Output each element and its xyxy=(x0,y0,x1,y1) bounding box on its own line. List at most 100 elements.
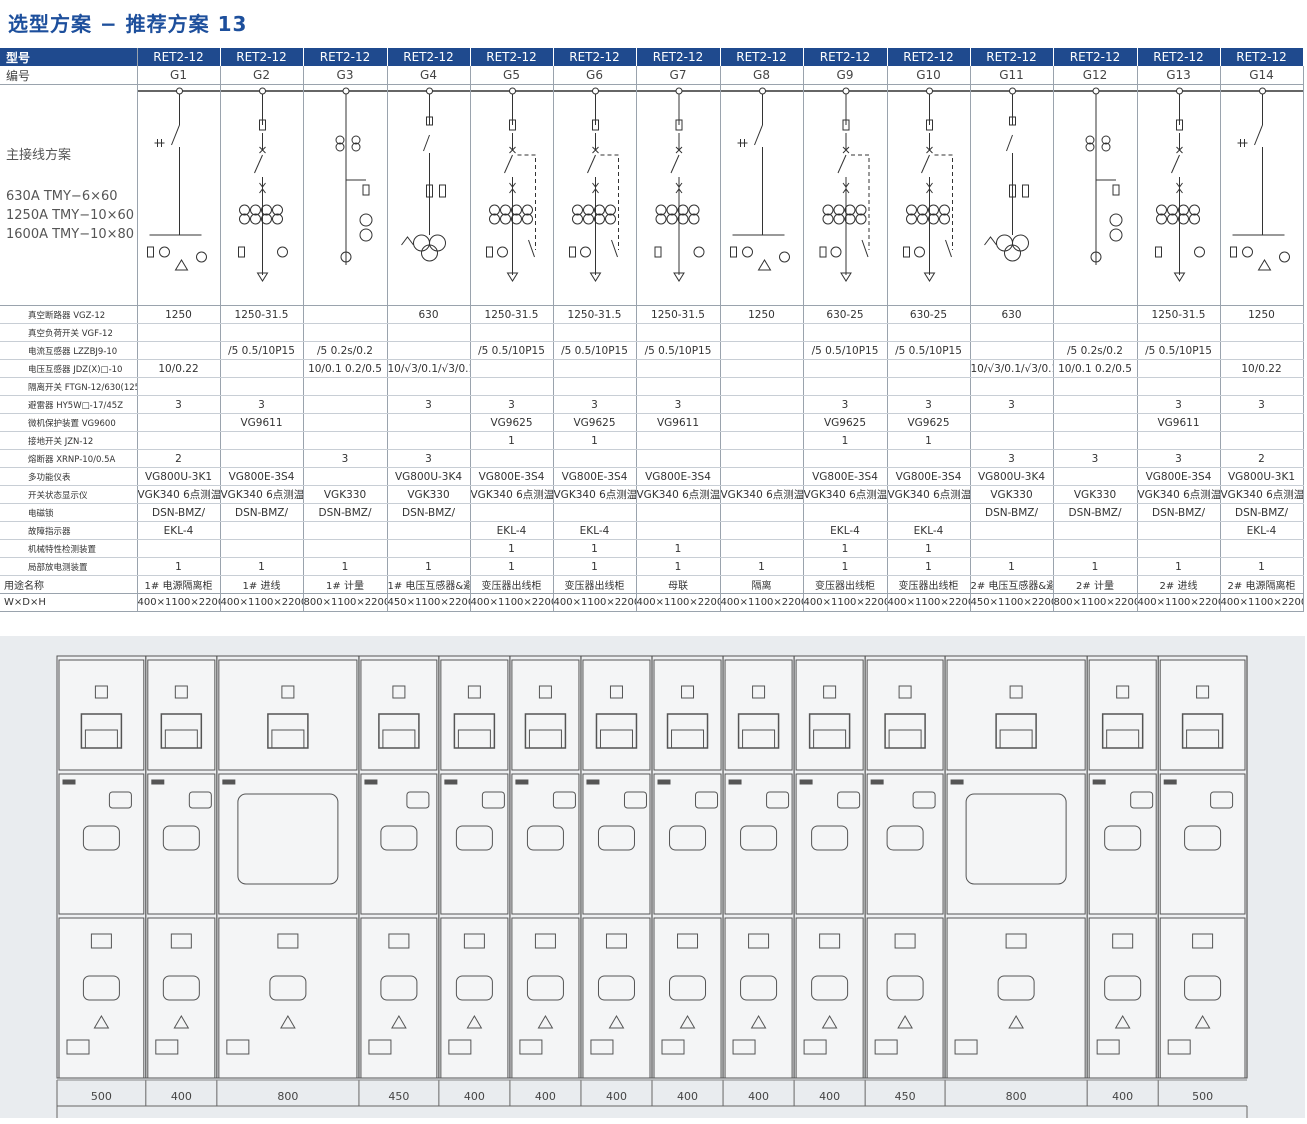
equipment-value: /5 0.5/10P15 xyxy=(220,341,304,360)
equipment-value xyxy=(970,341,1054,360)
equipment-value: 3 xyxy=(970,395,1054,414)
equipment-name: 真空负荷开关 VGF-12 xyxy=(0,323,138,342)
equipment-value: 3 xyxy=(387,449,471,468)
usage-row: 用途名称1# 电源隔离柜1# 进线1# 计量1# 电压互感器&避雷器变压器出线柜… xyxy=(0,575,1304,594)
equipment-value: 1 xyxy=(887,539,971,558)
usage-value: 1# 电源隔离柜 xyxy=(137,575,221,594)
front-elevation-panel: 500 400 800 450 400 400 400 400 400 400 450 800 400 5… xyxy=(0,636,1305,1118)
single-line-diagram xyxy=(720,87,802,271)
equipment-value xyxy=(553,323,637,342)
single-line-diagram xyxy=(553,87,635,282)
equipment-value xyxy=(636,431,721,450)
equipment-value xyxy=(470,377,554,396)
equipment-name: 微机保护装置 VG9600 xyxy=(0,413,138,432)
equipment-value: 1 xyxy=(720,557,804,576)
scheme-diagram xyxy=(887,84,971,306)
equipment-value xyxy=(887,449,971,468)
usage-label: 用途名称 xyxy=(0,575,138,594)
equipment-value xyxy=(636,359,721,378)
equipment-value xyxy=(1053,413,1138,432)
cabinet-width-label: 400 xyxy=(171,1090,192,1103)
equipment-value: 3 xyxy=(220,395,304,414)
equipment-value: VG800E-3S4 xyxy=(803,467,888,486)
equipment-value: VG800U-3K4 xyxy=(970,467,1054,486)
equipment-value: DSN-BMZ/ xyxy=(303,503,388,522)
equipment-value: VGK340 6点测温 xyxy=(887,485,971,504)
equipment-value: 3 xyxy=(970,449,1054,468)
equipment-name: 局部放电测装置 xyxy=(0,557,138,576)
equipment-value xyxy=(1053,323,1138,342)
equipment-value: VG9625 xyxy=(470,413,554,432)
usage-value: 1# 进线 xyxy=(220,575,304,594)
equipment-value xyxy=(470,323,554,342)
equipment-value xyxy=(1053,539,1138,558)
busbar-spec: 630A TMY−6×60 xyxy=(6,189,118,204)
dims-value: 450×1100×2200 xyxy=(387,593,471,612)
equipment-value xyxy=(220,377,304,396)
equipment-value: VGK340 6点测温 xyxy=(636,485,721,504)
equipment-value xyxy=(720,395,804,414)
usage-value: 变压器出线柜 xyxy=(470,575,554,594)
equipment-value: /5 0.5/10P15 xyxy=(803,341,888,360)
usage-value: 1# 计量 xyxy=(303,575,388,594)
equipment-row: 故障指示器 EKL-4 EKL-4 EKL-4 EKL-4 EKL-4 EKL-4 xyxy=(0,521,1304,540)
model-cell: RET2-12 xyxy=(1220,48,1304,66)
equipment-value xyxy=(803,503,888,522)
equipment-value xyxy=(303,305,388,324)
model-cell: RET2-12 xyxy=(470,48,554,66)
equipment-value: 3 xyxy=(1137,395,1221,414)
equipment-value xyxy=(553,377,637,396)
equipment-value: 1 xyxy=(553,539,637,558)
page-title: 选型方案 − 推荐方案 13 xyxy=(8,12,248,36)
dims-value: 400×1100×2200 xyxy=(720,593,804,612)
equipment-value: 1 xyxy=(470,539,554,558)
model-cell: RET2-12 xyxy=(720,48,804,66)
equipment-value xyxy=(1137,431,1221,450)
dims-value: 400×1100×2200 xyxy=(220,593,304,612)
scheme-diagram xyxy=(1137,84,1221,306)
equipment-value: 3 xyxy=(887,395,971,414)
equipment-value xyxy=(1220,539,1304,558)
equipment-name: 真空断路器 VGZ-12 xyxy=(0,305,138,324)
dims-value: 450×1100×2200 xyxy=(970,593,1054,612)
equipment-value: VGK330 xyxy=(970,485,1054,504)
equipment-value: 1250-31.5 xyxy=(553,305,637,324)
cabinet-width-label: 450 xyxy=(895,1090,916,1103)
equipment-value xyxy=(636,449,721,468)
cabinet-front xyxy=(58,656,147,1079)
equipment-row: 隔离开关 FTGN-12/630(1250) xyxy=(0,377,1304,396)
equipment-value: /5 0.2s/0.2 xyxy=(303,341,388,360)
equipment-value xyxy=(553,503,637,522)
equipment-value: 3 xyxy=(1220,395,1304,414)
equipment-value: EKL-4 xyxy=(137,521,221,540)
equipment-value: EKL-4 xyxy=(470,521,554,540)
equipment-value: 1 xyxy=(636,557,721,576)
cabinet-front xyxy=(866,656,946,1079)
cabinet-number: G5 xyxy=(470,66,554,85)
equipment-value xyxy=(1220,413,1304,432)
equipment-value xyxy=(887,323,971,342)
equipment-value xyxy=(1053,377,1138,396)
equipment-value: 2 xyxy=(137,449,221,468)
single-line-diagram xyxy=(887,87,969,282)
cabinet-width-label: 400 xyxy=(677,1090,698,1103)
cabinet-number: G12 xyxy=(1053,66,1138,85)
equipment-value: 3 xyxy=(803,395,888,414)
equipment-value: 1 xyxy=(887,557,971,576)
equipment-value: 1250 xyxy=(720,305,804,324)
single-line-diagram xyxy=(1220,87,1302,271)
usage-value: 母联 xyxy=(636,575,721,594)
cabinet-front xyxy=(1159,656,1248,1079)
equipment-value: 3 xyxy=(1053,449,1138,468)
equipment-value: 1250-31.5 xyxy=(470,305,554,324)
equipment-value xyxy=(970,323,1054,342)
equipment-value: 1 xyxy=(470,557,554,576)
equipment-value xyxy=(970,521,1054,540)
model-cell: RET2-12 xyxy=(220,48,304,66)
usage-value: 2# 电压互感器&避雷器 xyxy=(970,575,1054,594)
equipment-row: 局部放电测装置 1 1 1 1 1 1 1 1 1 1 1 1 1 1 xyxy=(0,557,1304,576)
equipment-name: 熔断器 XRNP-10/0.5A xyxy=(0,449,138,468)
equipment-value xyxy=(720,377,804,396)
equipment-value: VG800E-3S4 xyxy=(887,467,971,486)
cabinet-width-label: 400 xyxy=(606,1090,627,1103)
